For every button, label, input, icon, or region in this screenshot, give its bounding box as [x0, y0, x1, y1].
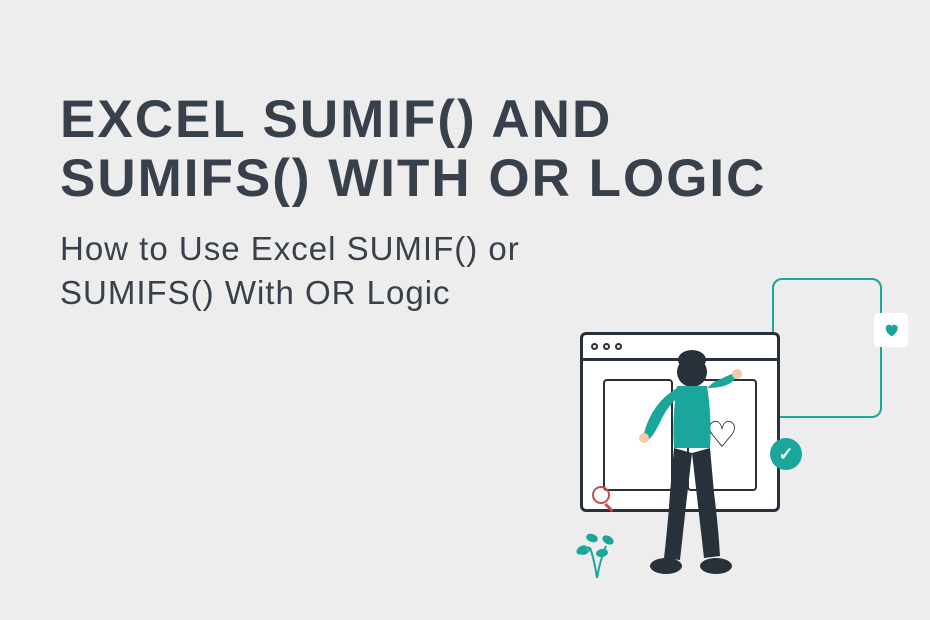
main-title: EXCEL SUMIF() AND SUMIFS() WITH OR LOGIC — [60, 90, 870, 209]
red-marker-icon — [592, 486, 610, 504]
heart-card — [874, 313, 908, 347]
hero-illustration: ✓ — [532, 278, 882, 578]
window-dot — [591, 343, 598, 350]
window-dot — [603, 343, 610, 350]
checkmark-badge-icon: ✓ — [770, 438, 802, 470]
heart-icon — [883, 322, 899, 338]
background-rectangle — [772, 278, 882, 418]
plant-illustration — [572, 518, 622, 578]
person-illustration — [632, 348, 752, 578]
window-dot — [615, 343, 622, 350]
